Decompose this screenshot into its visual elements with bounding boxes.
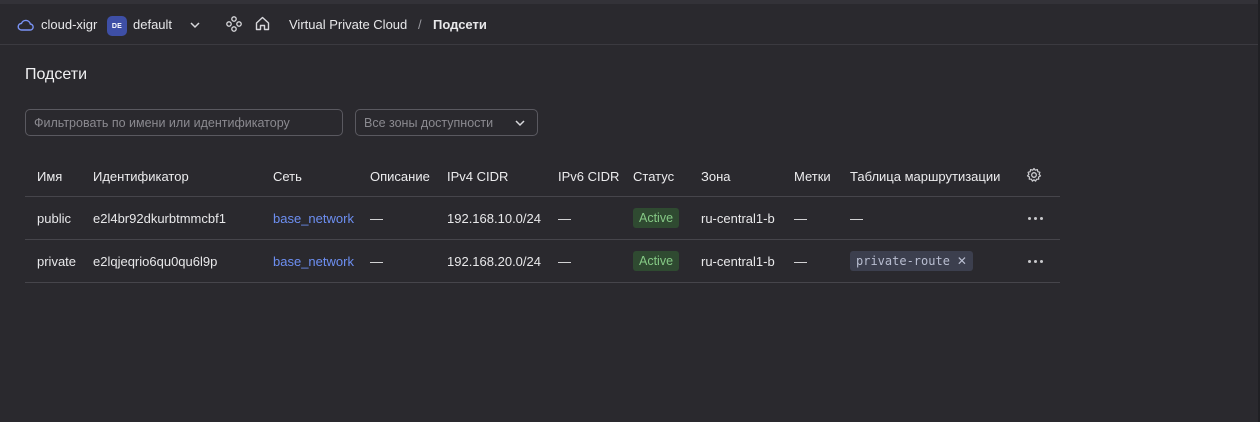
cell-ipv4: 192.168.10.0/24 xyxy=(447,210,541,226)
more-icon xyxy=(1028,259,1043,263)
folder-name[interactable]: default xyxy=(133,17,172,32)
network-link[interactable]: base_network xyxy=(273,240,354,282)
cell-description: — xyxy=(370,210,383,226)
services-icon[interactable] xyxy=(226,16,242,35)
cell-route-table: — xyxy=(850,210,863,226)
cell-zone: ru-central1-b xyxy=(701,253,775,269)
network-link[interactable]: base_network xyxy=(273,197,354,239)
route-table-tag[interactable]: private-route ✕ xyxy=(850,251,973,271)
column-header-route-table[interactable]: Таблица маршрутизации xyxy=(850,156,1000,196)
gear-icon xyxy=(1026,167,1042,186)
row-actions-button[interactable] xyxy=(1028,240,1043,282)
column-settings-button[interactable] xyxy=(1026,156,1042,196)
close-icon[interactable]: ✕ xyxy=(957,254,967,268)
cell-id: e2l4br92dkurbtmmcbf1 xyxy=(93,210,226,226)
cell-ipv6: — xyxy=(558,253,571,269)
column-header-description[interactable]: Описание xyxy=(370,156,430,196)
home-icon[interactable] xyxy=(254,15,271,35)
zones-select-label: Все зоны доступности xyxy=(364,115,494,130)
column-header-id[interactable]: Идентификатор xyxy=(93,156,189,196)
chevron-down-icon xyxy=(513,116,527,133)
cell-zone: ru-central1-b xyxy=(701,210,775,226)
column-header-ipv6[interactable]: IPv6 CIDR xyxy=(558,156,619,196)
subnets-table: Имя Идентификатор Сеть Описание IPv4 CID… xyxy=(25,156,1060,283)
column-header-status[interactable]: Статус xyxy=(633,156,674,196)
zones-select[interactable]: Все зоны доступности xyxy=(355,109,538,136)
filter-field[interactable] xyxy=(25,109,343,136)
page-title: Подсети xyxy=(25,66,88,83)
cell-labels: — xyxy=(794,253,807,269)
column-header-zone[interactable]: Зона xyxy=(701,156,731,196)
cell-name: private xyxy=(37,253,77,269)
breadcrumb-vpc[interactable]: Virtual Private Cloud xyxy=(289,17,407,32)
top-bar: cloud-xigr DE default Virtual Private Cl… xyxy=(0,4,1258,45)
column-header-name[interactable]: Имя xyxy=(37,156,62,196)
row-actions-button[interactable] xyxy=(1028,197,1043,239)
cell-description: — xyxy=(370,253,383,269)
folder-badge: DE xyxy=(107,16,127,36)
status-badge: Active xyxy=(633,208,680,228)
status-badge: Active xyxy=(633,251,680,271)
column-header-labels[interactable]: Метки xyxy=(794,156,831,196)
column-header-ipv4[interactable]: IPv4 CIDR xyxy=(447,156,508,196)
cloud-icon xyxy=(17,19,34,31)
chevron-down-icon[interactable] xyxy=(188,18,202,35)
cell-ipv6: — xyxy=(558,210,571,226)
filter-input[interactable] xyxy=(26,110,334,135)
cell-labels: — xyxy=(794,210,807,226)
column-header-network[interactable]: Сеть xyxy=(273,156,302,196)
route-table-tag-label: private-route xyxy=(856,254,950,268)
cell-name: public xyxy=(37,210,71,226)
cell-id: e2lqjeqrio6qu0qu6l9p xyxy=(93,253,218,269)
breadcrumb-separator: / xyxy=(418,17,422,32)
cloud-name: cloud-xigr xyxy=(41,17,98,32)
table-row[interactable]: public e2l4br92dkurbtmmcbf1 base_network… xyxy=(25,197,1060,240)
table-header-row: Имя Идентификатор Сеть Описание IPv4 CID… xyxy=(25,156,1060,197)
more-icon xyxy=(1028,216,1043,220)
breadcrumb-current: Подсети xyxy=(433,17,487,32)
cloud-selector[interactable]: cloud-xigr xyxy=(17,17,97,32)
cell-ipv4: 192.168.20.0/24 xyxy=(447,253,541,269)
table-row[interactable]: private e2lqjeqrio6qu0qu6l9p base_networ… xyxy=(25,240,1060,283)
